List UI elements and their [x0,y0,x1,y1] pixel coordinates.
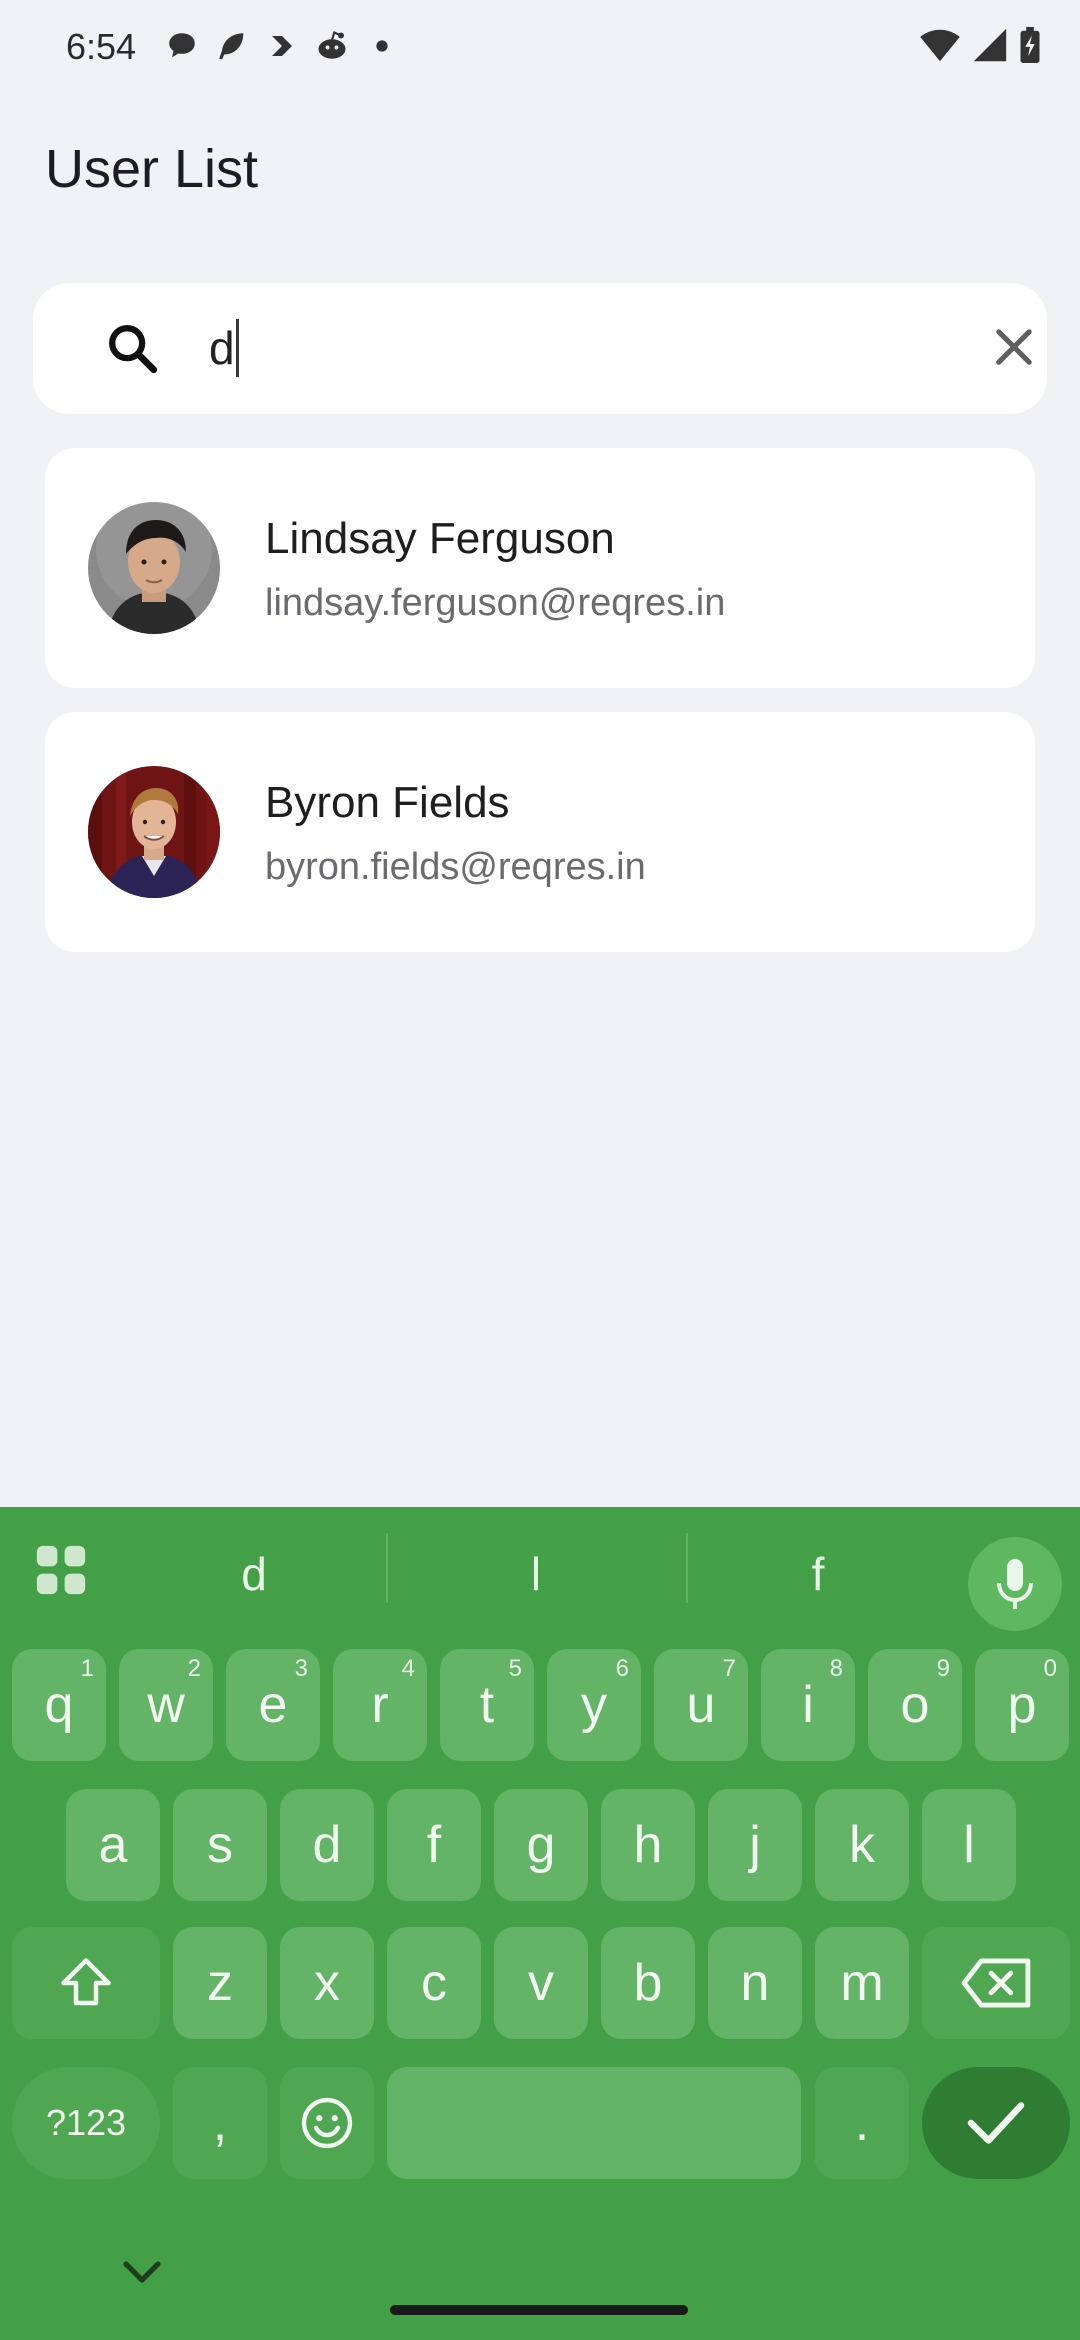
suggestion-divider [386,1533,388,1603]
emoji-icon [301,2097,353,2149]
key-o[interactable]: o9 [868,1649,962,1761]
key-a[interactable]: a [66,1789,160,1901]
page-title: User List [45,139,259,199]
suggestion-item[interactable]: l [436,1547,636,1601]
avatar [88,502,220,634]
key-r[interactable]: r4 [333,1649,427,1761]
status-time: 6:54 [66,26,137,67]
battery-charging-icon [1018,26,1042,69]
backspace-icon [961,1958,1031,2008]
user-card[interactable]: Lindsay Ferguson lindsay.ferguson@reqres… [45,448,1035,688]
key-hint: 4 [401,1655,415,1682]
chat-notification-icon [164,28,200,64]
user-name: Lindsay Ferguson [265,514,615,563]
key-label: i [802,1676,814,1734]
key-hint: 8 [829,1655,843,1682]
more-notifications-dot-icon [364,28,400,64]
space-bar[interactable] [387,2067,801,2179]
apps-grid-icon[interactable] [32,1541,90,1599]
key-label: w [147,1676,185,1734]
key-e[interactable]: e3 [226,1649,320,1761]
voice-input-button[interactable] [968,1537,1062,1631]
key-n[interactable]: n [708,1927,802,2039]
comma-key[interactable]: , [173,2067,267,2179]
arrow-notification-icon [264,28,300,64]
shift-arrow-icon [61,1958,111,2006]
key-u[interactable]: u7 [654,1649,748,1761]
key-h[interactable]: h [601,1789,695,1901]
checkmark-icon [967,2102,1025,2144]
reddit-notification-icon [314,28,350,64]
key-k[interactable]: k [815,1789,909,1901]
key-g[interactable]: g [494,1789,588,1901]
search-icon [103,319,161,377]
key-c[interactable]: c [387,1927,481,2039]
suggestion-item[interactable]: d [154,1547,354,1601]
system-status-icons [918,26,1042,69]
text-caret [236,319,239,377]
key-label: q [44,1676,74,1734]
key-s[interactable]: s [173,1789,267,1901]
key-hint: 2 [187,1655,201,1682]
key-hint: 9 [936,1655,950,1682]
enter-key[interactable] [922,2067,1070,2179]
user-email: byron.fields@reqres.in [265,846,646,888]
key-b[interactable]: b [601,1927,695,2039]
wifi-icon [918,27,962,68]
key-hint: 0 [1043,1655,1057,1682]
suggestion-strip: d l f [0,1507,1080,1631]
feather-notification-icon [214,28,250,64]
user-name: Byron Fields [265,778,510,827]
period-key[interactable]: . [815,2067,909,2179]
key-hint: 7 [722,1655,736,1682]
key-m[interactable]: m [815,1927,909,2039]
home-indicator[interactable] [390,2305,688,2315]
suggestion-divider [686,1533,688,1603]
key-x[interactable]: x [280,1927,374,2039]
key-hint: 6 [615,1655,629,1682]
user-card[interactable]: Byron Fields byron.fields@reqres.in [45,712,1035,952]
notification-icons [164,28,400,64]
key-d[interactable]: d [280,1789,374,1901]
backspace-key[interactable] [922,1927,1070,2039]
status-bar: 6:54 [0,0,1080,96]
key-label: y [581,1676,607,1734]
shift-key[interactable] [12,1927,160,2039]
emoji-key[interactable] [280,2067,374,2179]
key-i[interactable]: i8 [761,1649,855,1761]
key-t[interactable]: t5 [440,1649,534,1761]
key-j[interactable]: j [708,1789,802,1901]
hide-keyboard-chevron-icon[interactable] [118,2257,166,2287]
symbols-key[interactable]: ?123 [12,2067,160,2179]
key-label: t [479,1676,495,1734]
suggestion-item[interactable]: f [718,1547,918,1601]
search-bar[interactable] [33,283,1047,414]
key-hint: 1 [80,1655,94,1682]
key-f[interactable]: f [387,1789,481,1901]
app-screen: 6:54 User List d Lindsay Ferguson lindsa… [0,0,1080,2340]
key-label: u [686,1676,716,1734]
search-input[interactable] [209,319,969,377]
user-email: lindsay.ferguson@reqres.in [265,582,726,624]
key-q[interactable]: q1 [12,1649,106,1761]
key-label: e [258,1676,288,1734]
key-label: o [900,1676,930,1734]
key-label: r [371,1676,389,1734]
key-w[interactable]: w2 [119,1649,213,1761]
key-z[interactable]: z [173,1927,267,2039]
key-hint: 3 [294,1655,308,1682]
soft-keyboard: d l f q1 w2 e3 r4 t5 y6 u7 i8 o9 p0 a s [0,1507,1080,2340]
clear-search-icon[interactable] [988,321,1040,373]
cellular-signal-icon [972,27,1008,68]
key-v[interactable]: v [494,1927,588,2039]
avatar [88,766,220,898]
key-y[interactable]: y6 [547,1649,641,1761]
key-l[interactable]: l [922,1789,1016,1901]
key-p[interactable]: p0 [975,1649,1069,1761]
key-hint: 5 [508,1655,522,1682]
key-label: p [1007,1676,1037,1734]
